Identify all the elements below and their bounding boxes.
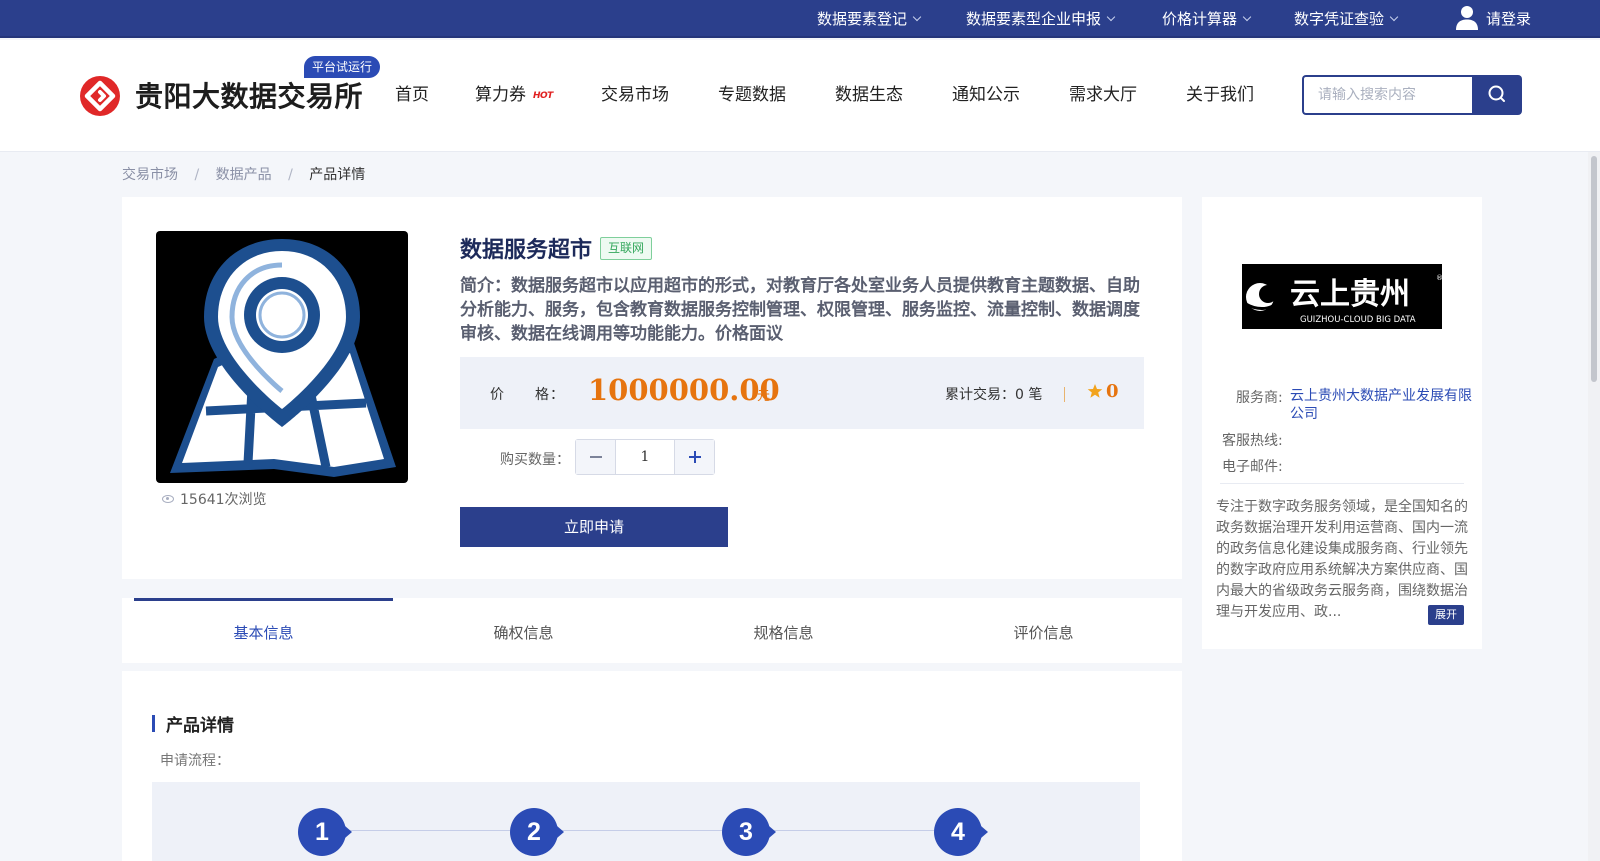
view-count: 15641次浏览	[162, 489, 267, 509]
provider-name[interactable]: 云上贵州大数据产业发展有限公司	[1290, 387, 1472, 423]
page-scrollbar[interactable]	[1588, 152, 1600, 861]
tab-rights-info[interactable]: 确权信息	[394, 598, 653, 663]
flow-step-4: 4	[934, 808, 988, 856]
nav-data-ecosystem[interactable]: 数据生态	[835, 83, 903, 107]
apply-now-button[interactable]: 立即申请	[460, 507, 728, 547]
price-value: 1000000.00	[588, 373, 780, 407]
tab-basic-info[interactable]: 基本信息	[134, 598, 393, 663]
price-panel: 价 格： 1000000.00 元 累计交易：0 笔 0	[460, 357, 1144, 429]
price-unit: 元	[757, 389, 771, 404]
vendor-logo-cn: 云上贵州	[1290, 277, 1410, 312]
breadcrumb: 交易市场 / 数据产品 / 产品详情	[122, 164, 365, 184]
application-flow-label: 申请流程：	[160, 753, 230, 769]
flow-step-3: 3	[722, 808, 776, 856]
eye-icon	[162, 495, 174, 503]
tab-spec-info[interactable]: 规格信息	[654, 598, 913, 663]
top-utility-bar: 数据要素登记 数据要素型企业申报 价格计算器 数字凭证查验 请登录	[0, 0, 1600, 38]
hot-badge: HOT	[533, 91, 553, 101]
topbar-label: 数据要素型企业申报	[966, 10, 1102, 28]
divider	[1064, 387, 1065, 402]
decrease-button[interactable]	[576, 440, 616, 474]
vendor-logo-en: GUIZHOU-CLOUD BIG DATA	[1300, 315, 1416, 325]
rating-value: 0	[1106, 381, 1119, 402]
expand-button[interactable]: 展开	[1428, 605, 1464, 625]
topbar-label: 数字凭证查验	[1294, 10, 1385, 28]
increase-button[interactable]	[674, 440, 714, 474]
search-input[interactable]	[1304, 77, 1472, 113]
plus-icon-vertical	[694, 451, 696, 463]
star-icon	[1087, 384, 1103, 398]
hotline-label: 客服热线:	[1222, 433, 1283, 449]
topbar-certificate-verify[interactable]: 数字凭证查验	[1294, 9, 1399, 29]
nav-compute-voucher[interactable]: 算力券	[475, 83, 526, 107]
email-label: 电子邮件:	[1222, 459, 1283, 475]
chevron-down-icon	[1389, 12, 1399, 22]
flow-step-1: 1	[298, 808, 352, 856]
vendor-logo[interactable]: 云上贵州 ® GUIZHOU-CLOUD BIG DATA	[1242, 264, 1443, 329]
nav-announcements[interactable]: 通知公示	[952, 83, 1020, 107]
nav-demand-hall[interactable]: 需求大厅	[1069, 83, 1137, 107]
login-link[interactable]: 请登录	[1486, 9, 1531, 29]
site-logo-text[interactable]: 贵阳大数据交易所	[135, 75, 363, 115]
divider	[1220, 483, 1464, 484]
chevron-down-icon	[912, 12, 922, 22]
section-title: 产品详情	[152, 711, 234, 736]
cloud-logo-icon: 云上贵州 ® GUIZHOU-CLOUD BIG DATA	[1245, 274, 1443, 325]
topbar-data-registration[interactable]: 数据要素登记	[817, 9, 922, 29]
search-icon	[1488, 85, 1505, 102]
product-card: 15641次浏览 数据服务超市 互联网 简介：数据服务超市以应用超市的形式，对教…	[122, 197, 1182, 579]
search-button[interactable]	[1472, 75, 1522, 115]
breadcrumb-separator: /	[194, 167, 200, 183]
breadcrumb-current: 产品详情	[309, 167, 366, 183]
chevron-down-icon	[1106, 12, 1116, 22]
nav-about-us[interactable]: 关于我们	[1186, 83, 1254, 107]
category-tag: 互联网	[600, 237, 653, 260]
nav-trading-market[interactable]: 交易市场	[601, 83, 669, 107]
product-title: 数据服务超市	[460, 238, 593, 263]
main-header: 贵阳大数据交易所 平台试运行 首页 算力券 HOT 交易市场 专题数据 数据生态…	[0, 40, 1600, 152]
scrollbar-thumb[interactable]	[1591, 156, 1597, 382]
flow-step-2: 2	[510, 808, 564, 856]
user-icon[interactable]	[1455, 5, 1479, 31]
tab-review-info[interactable]: 评价信息	[914, 598, 1173, 663]
provider-label: 服务商:	[1236, 390, 1283, 406]
topbar-label: 价格计算器	[1162, 10, 1238, 28]
vendor-panel: 云上贵州 ® GUIZHOU-CLOUD BIG DATA 服务商: 云上贵州大…	[1202, 197, 1482, 649]
quantity-label: 购买数量：	[500, 452, 570, 468]
price-label: 价 格：	[490, 387, 565, 403]
cumulative-deals: 累计交易：0 笔	[945, 387, 1043, 403]
nav-topic-data[interactable]: 专题数据	[718, 83, 786, 107]
quantity-input[interactable]: 1	[616, 440, 674, 474]
exchange-logo-icon[interactable]	[80, 76, 120, 116]
topbar-price-calculator[interactable]: 价格计算器	[1162, 9, 1252, 29]
trial-run-badge: 平台试运行	[304, 56, 381, 78]
minus-icon	[590, 456, 602, 458]
product-detail-section: 产品详情 申请流程： 1 2 3 4	[122, 671, 1182, 861]
product-image	[156, 231, 408, 483]
application-flow: 1 2 3 4	[152, 782, 1140, 861]
breadcrumb-separator: /	[288, 167, 293, 183]
flow-connector	[347, 830, 977, 831]
view-count-text: 15641次浏览	[180, 492, 267, 508]
info-tabs: 基本信息 确权信息 规格信息 评价信息	[122, 598, 1182, 663]
topbar-label: 数据要素登记	[817, 10, 908, 28]
breadcrumb-trading-market[interactable]: 交易市场	[122, 167, 178, 183]
map-pin-icon	[170, 239, 396, 477]
svg-text:®: ®	[1436, 274, 1442, 282]
nav-home[interactable]: 首页	[395, 83, 429, 107]
topbar-enterprise-declaration[interactable]: 数据要素型企业申报	[966, 9, 1116, 29]
breadcrumb-data-products[interactable]: 数据产品	[216, 167, 272, 183]
chevron-down-icon	[1242, 12, 1252, 22]
search-box	[1302, 75, 1472, 115]
product-description: 简介：数据服务超市以应用超市的形式，对教育厅各处室业务人员提供教育主题数据、自助…	[460, 276, 1140, 344]
quantity-stepper: 1	[575, 439, 715, 475]
